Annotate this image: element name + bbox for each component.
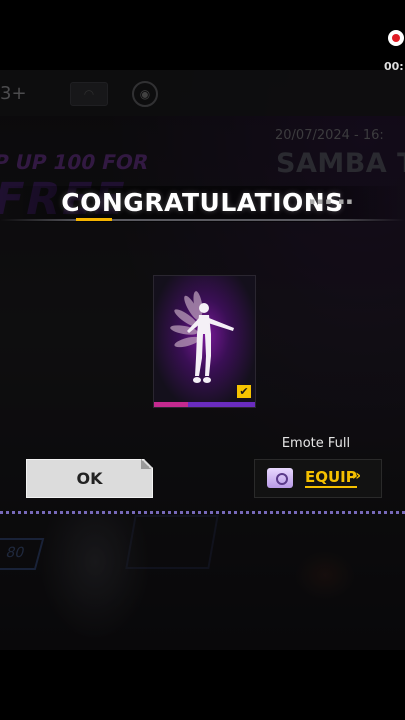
ok-button[interactable]: OK: [26, 459, 153, 498]
title-underline: [0, 219, 405, 221]
title-decoration: ▪▪▪ ▪▪: [309, 197, 355, 207]
recording-timer: 00:1: [384, 60, 405, 73]
reward-progress-bar: [154, 402, 255, 407]
letterbox-top: [0, 0, 405, 70]
dialog-divider: [0, 511, 405, 514]
ok-button-corner: [141, 459, 151, 469]
equip-button[interactable]: EQUIP »: [254, 459, 382, 498]
chevron-right-icon: »: [352, 468, 362, 484]
reward-name: Emote Full: [281, 436, 351, 451]
equip-label: EQUIP: [305, 468, 357, 488]
owned-check-icon: ✔: [237, 385, 251, 398]
letterbox-bottom: [0, 650, 405, 720]
record-icon: [388, 30, 404, 46]
reward-card: ✔: [153, 275, 256, 408]
ticket-icon: [267, 468, 293, 488]
title-accent-bar: [76, 218, 112, 221]
